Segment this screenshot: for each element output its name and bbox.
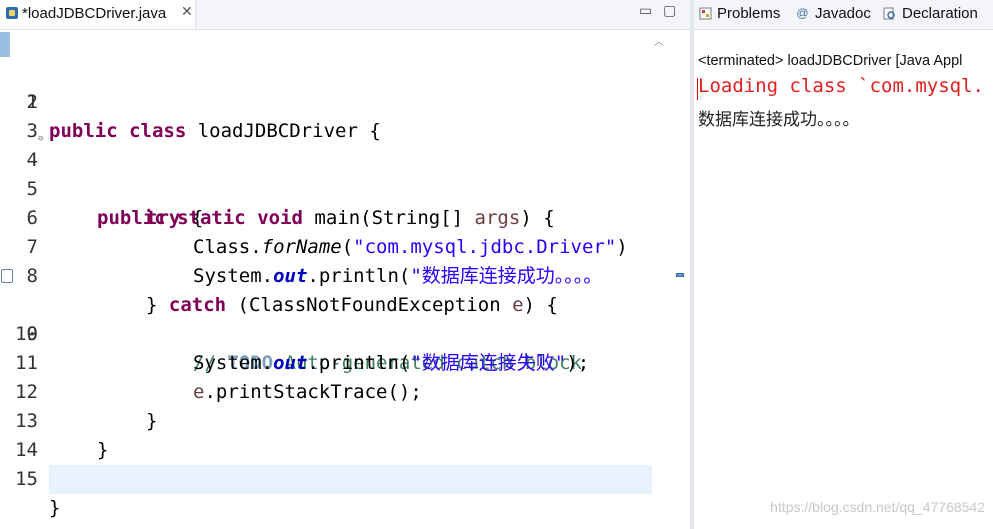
code-line: 11 e.printStackTrace(); [0, 320, 652, 403]
watermark: https://blog.csdn.net/qq_47768542 [770, 499, 985, 515]
javadoc-icon: @ [796, 6, 809, 20]
tab-declaration[interactable]: Declaration [902, 5, 978, 22]
console-output: 数据库连接成功。。。。 [698, 110, 860, 130]
code-line: 13 } [0, 378, 652, 461]
task-marker-icon[interactable] [1, 269, 13, 283]
minimize-icon[interactable]: ▭ [639, 2, 652, 19]
code-line: 8 } catch (ClassNotFoundException e) { [0, 233, 652, 316]
close-icon[interactable]: ✕ [181, 3, 193, 20]
code-line: 4 ⊖ public static void main(String[] arg… [0, 117, 652, 229]
console-tab-bar: Problems @ Javadoc Declaration [694, 0, 993, 30]
code-line: 15 } [0, 436, 652, 519]
current-line-highlight [49, 465, 652, 494]
code-line: 9 // TODO Auto-generated catch block [0, 262, 652, 374]
code-line: 7 System.out.println("数据库连接成功。。。。 [0, 204, 652, 287]
tab-javadoc[interactable]: Javadoc [815, 5, 871, 22]
java-file-icon [6, 7, 18, 19]
code-line: 5 try { [0, 146, 652, 229]
code-line: 2 public class loadJDBCDriver { [0, 59, 652, 142]
code-area[interactable]: 1 2 public class loadJDBCDriver { 3 4 ⊖ … [0, 30, 652, 529]
declaration-icon [883, 7, 896, 20]
code-editor[interactable]: *loadJDBCDriver.java ✕ ▭ ▢ 1 2 public cl… [0, 0, 690, 529]
maximize-icon[interactable]: ▢ [663, 2, 676, 19]
console-error-output: Loading class `com.mysql. [698, 75, 984, 97]
code-line: 1 [0, 30, 652, 113]
task-ruler-marker[interactable] [676, 273, 684, 277]
scroll-up-icon[interactable]: ︿ [654, 33, 664, 48]
tab-title: *loadJDBCDriver.java [22, 5, 167, 22]
change-marker [0, 32, 10, 57]
tab-loadjdbcdriver[interactable]: *loadJDBCDriver.java ✕ [0, 0, 196, 29]
overview-ruler[interactable] [652, 30, 690, 529]
editor-tab-bar: *loadJDBCDriver.java ✕ ▭ ▢ [0, 0, 690, 30]
code-line: 6 Class.forName("com.mysql.jdbc.Driver") [0, 175, 652, 258]
console-status: <terminated> loadJDBCDriver [Java Appl [698, 53, 963, 69]
code-line: 14 [0, 407, 652, 461]
console-view[interactable]: Problems @ Javadoc Declaration <terminat… [694, 0, 993, 529]
line-number: 16 [0, 523, 38, 529]
code-line: 12 } [0, 349, 652, 432]
code-line: 10 System.out.println("数据库连接失败"); [0, 291, 652, 374]
current-code-line[interactable]: 16 [0, 465, 652, 529]
tab-problems[interactable]: Problems [717, 5, 780, 22]
problems-icon [699, 7, 712, 20]
code-line: 3 [0, 88, 652, 142]
